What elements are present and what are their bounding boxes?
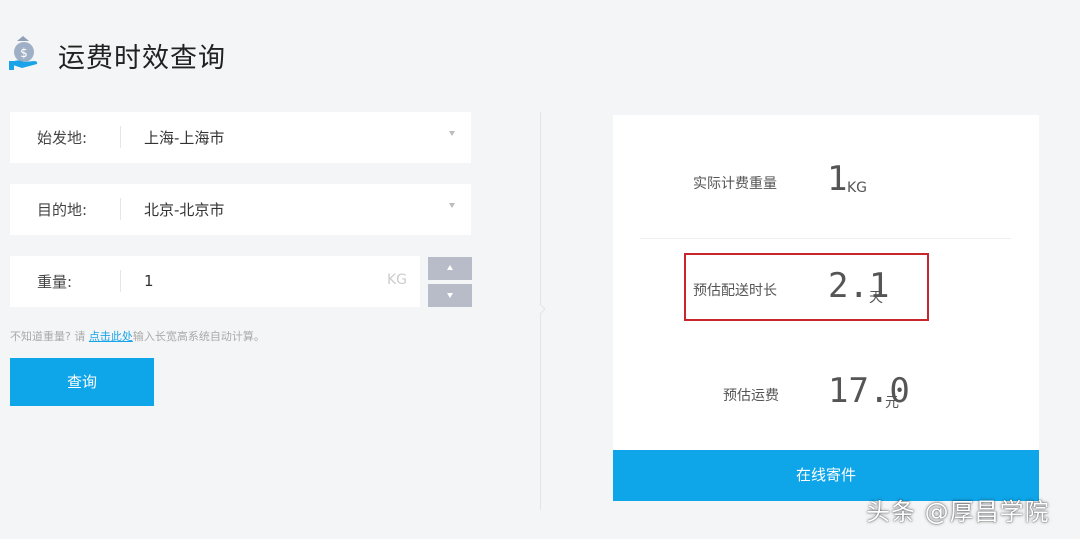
- weight-field: 重量: KG: [10, 256, 420, 307]
- field-divider: [120, 126, 121, 148]
- origin-value: 上海-上海市: [144, 129, 225, 147]
- calculate-weight-link[interactable]: 点击此处: [89, 330, 133, 343]
- destination-select[interactable]: 目的地: 北京-北京市: [10, 184, 471, 235]
- weight-unit: KG: [387, 272, 408, 288]
- origin-select[interactable]: 始发地: 上海-上海市: [10, 112, 471, 163]
- billed-weight-unit: KG: [847, 180, 868, 196]
- header: $ 运费时效查询: [0, 0, 1080, 100]
- chevron-down-icon[interactable]: [449, 203, 455, 208]
- result-card: 实际计费重量 1 KG 预估配送时长 2.1 天 预估运费 17.0 元: [613, 115, 1039, 500]
- page-title: 运费时效查询: [58, 43, 226, 74]
- caret-up-icon: [447, 265, 453, 270]
- weight-label: 重量:: [37, 273, 73, 291]
- divider-notch: [534, 303, 546, 315]
- watermark: 头条 @厚昌学院: [866, 498, 1050, 526]
- svg-text:$: $: [20, 46, 28, 60]
- delivery-time-label: 预估配送时长: [693, 283, 777, 299]
- billed-weight-label: 实际计费重量: [693, 176, 777, 192]
- weight-decrement-button[interactable]: [428, 284, 472, 307]
- delivery-time-unit: 天: [869, 290, 883, 306]
- field-divider: [120, 270, 121, 292]
- destination-label: 目的地:: [37, 201, 88, 219]
- chevron-down-icon[interactable]: [449, 131, 455, 136]
- field-divider: [120, 198, 121, 220]
- hint-text: 不知道重量? 请: [10, 330, 89, 343]
- shipping-fee-label: 预估运费: [723, 388, 779, 404]
- weight-increment-button[interactable]: [428, 257, 472, 280]
- origin-label: 始发地:: [37, 129, 88, 147]
- weight-hint: 不知道重量? 请 点击此处输入长宽高系统自动计算。: [10, 328, 265, 344]
- shipping-fee-unit: 元: [885, 395, 899, 411]
- hint-text-tail: 输入长宽高系统自动计算。: [132, 330, 265, 343]
- result-divider: [640, 238, 1011, 239]
- money-bag-hand-icon: $: [9, 36, 38, 70]
- caret-down-icon: [447, 293, 453, 298]
- weight-input[interactable]: [144, 266, 374, 296]
- destination-value: 北京-北京市: [144, 201, 225, 219]
- billed-weight-value: 1: [827, 159, 848, 199]
- query-button[interactable]: 查询: [10, 358, 154, 406]
